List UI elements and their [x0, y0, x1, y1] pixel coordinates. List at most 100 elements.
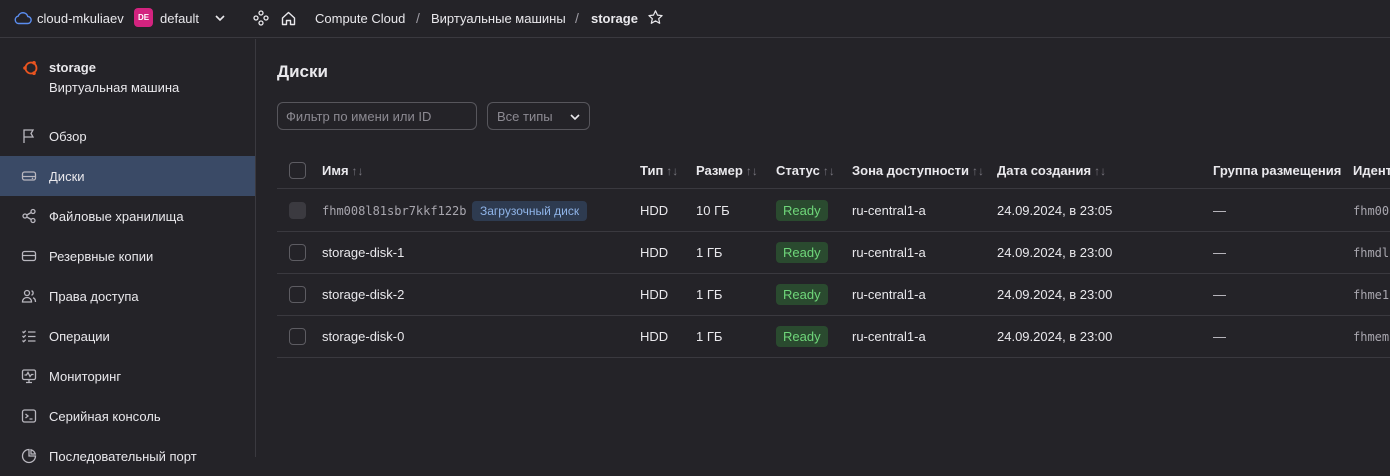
sort-icon: ↑↓: [1094, 164, 1107, 178]
disk-name[interactable]: storage-disk-0: [322, 329, 404, 344]
sort-icon: ↑↓: [351, 164, 364, 178]
sidebar: storage Виртуальная машина Обзор Диски Ф…: [0, 39, 256, 464]
sidebar-item-label: Резервные копии: [49, 249, 154, 264]
column-header-status[interactable]: Статус ↑↓: [776, 163, 835, 178]
row-checkbox[interactable]: [289, 244, 306, 261]
disk-size: 10 ГБ: [696, 203, 730, 218]
column-header-name[interactable]: Имя ↑↓: [322, 163, 364, 178]
star-icon[interactable]: [647, 9, 664, 26]
column-header-size[interactable]: Размер ↑↓: [696, 163, 758, 178]
column-header-id: Идент: [1353, 163, 1390, 178]
terminal-icon: [21, 409, 37, 423]
sidebar-item-label: Права доступа: [49, 289, 139, 304]
table-header: Имя ↑↓ Тип ↑↓ Размер ↑↓ Статус ↑↓ Зона досту…: [277, 151, 1390, 189]
column-header-zone[interactable]: Зона доступности ↑↓: [852, 163, 984, 178]
sidebar-item-serial-port[interactable]: Последовательный порт: [0, 436, 255, 476]
sidebar-item-disks[interactable]: Диски: [0, 156, 255, 196]
disk-created: 24.09.2024, в 23:05: [997, 203, 1113, 218]
share-icon: [22, 208, 36, 224]
disk-zone: ru-central1-a: [852, 245, 926, 260]
sidebar-item-access[interactable]: Права доступа: [0, 276, 255, 316]
disk-size: 1 ГБ: [696, 245, 723, 260]
column-header-created[interactable]: Дата создания ↑↓: [997, 163, 1106, 178]
disk-created: 24.09.2024, в 23:00: [997, 245, 1113, 260]
filter-input[interactable]: [277, 102, 477, 130]
disk-placement: —: [1213, 203, 1226, 218]
cloud-name[interactable]: cloud-mkuliaev: [37, 11, 124, 26]
disk-type: HDD: [640, 329, 669, 344]
home-icon[interactable]: [280, 10, 297, 27]
breadcrumb-compute-cloud[interactable]: Compute Cloud: [315, 11, 405, 26]
main-content: Диски Все типы Имя↑↓ Тип↑↓ Размер↑↓ Стат…: [257, 39, 1390, 457]
disk-type: HDD: [640, 287, 669, 302]
sidebar-item-label: Серийная консоль: [49, 409, 161, 424]
disk-name[interactable]: storage-disk-1: [322, 245, 404, 260]
chart-icon: [21, 448, 37, 464]
disk-zone: ru-central1-a: [852, 287, 926, 302]
ubuntu-icon: [23, 61, 38, 75]
sidebar-item-serial-console[interactable]: Серийная консоль: [0, 396, 255, 436]
chevron-down-icon[interactable]: [213, 11, 227, 25]
sidebar-item-label: Диски: [49, 169, 85, 184]
disk-placement: —: [1213, 329, 1226, 344]
vm-name: storage: [49, 60, 96, 75]
disk-type: HDD: [640, 245, 669, 260]
vm-type: Виртуальная машина: [49, 80, 180, 95]
type-select-value: Все типы: [497, 109, 553, 124]
page-title: Диски: [277, 62, 328, 81]
breadcrumb-vms[interactable]: Виртуальные машины: [431, 11, 566, 26]
table-row[interactable]: storage-disk-1 HDD 1 ГБ Ready ru-central…: [277, 232, 1390, 274]
users-icon: [21, 289, 37, 303]
sidebar-item-label: Мониторинг: [49, 369, 122, 384]
list-icon: [22, 330, 36, 343]
table-row[interactable]: storage-disk-2 HDD 1 ГБ Ready ru-central…: [277, 274, 1390, 316]
sort-icon: ↑↓: [822, 164, 835, 178]
type-select[interactable]: Все типы: [487, 102, 590, 130]
chevron-down-icon: [570, 114, 580, 121]
disk-size: 1 ГБ: [696, 329, 723, 344]
breadcrumb-current: storage: [591, 11, 638, 26]
sidebar-item-operations[interactable]: Операции: [0, 316, 255, 356]
disk-zone: ru-central1-a: [852, 329, 926, 344]
cloud-icon[interactable]: [14, 11, 32, 25]
table-row[interactable]: fhm008l81sbr7kkf122b Загрузочный диск HD…: [277, 190, 1390, 232]
disk-id: fhmdl: [1353, 246, 1390, 260]
status-badge: Ready: [776, 284, 828, 305]
disk-id: fhmem: [1353, 330, 1390, 344]
sidebar-item-backups[interactable]: Резервные копии: [0, 236, 255, 276]
breadcrumb-separator: /: [416, 10, 420, 26]
flag-icon: [23, 129, 35, 143]
sidebar-item-monitoring[interactable]: Мониторинг: [0, 356, 255, 396]
disk-created: 24.09.2024, в 23:00: [997, 329, 1113, 344]
disk-size: 1 ГБ: [696, 287, 723, 302]
sidebar-item-label: Файловые хранилища: [49, 209, 184, 224]
monitor-icon: [21, 369, 37, 384]
status-badge: Ready: [776, 326, 828, 347]
backup-icon: [21, 250, 37, 262]
row-checkbox[interactable]: [289, 328, 306, 345]
boot-disk-badge: Загрузочный диск: [472, 201, 588, 221]
sidebar-item-label: Операции: [49, 329, 110, 344]
services-icon[interactable]: [253, 10, 269, 26]
status-badge: Ready: [776, 242, 828, 263]
disk-name[interactable]: storage-disk-2: [322, 287, 404, 302]
folder-name[interactable]: default: [160, 11, 199, 26]
sort-icon: ↑↓: [972, 164, 985, 178]
disk-icon: [21, 171, 37, 181]
top-bar: cloud-mkuliaev DE default Compute Cloud …: [0, 0, 1390, 38]
breadcrumb-separator: /: [575, 10, 579, 26]
sidebar-item-overview[interactable]: Обзор: [0, 116, 255, 156]
sort-icon: ↑↓: [666, 164, 679, 178]
sort-icon: ↑↓: [745, 164, 758, 178]
disk-zone: ru-central1-a: [852, 203, 926, 218]
select-all-checkbox[interactable]: [289, 162, 306, 179]
disk-name[interactable]: fhm008l81sbr7kkf122b: [322, 204, 467, 218]
row-checkbox[interactable]: [289, 286, 306, 303]
status-badge: Ready: [776, 200, 828, 221]
disk-id: fhme1: [1353, 288, 1390, 302]
sidebar-item-file-storage[interactable]: Файловые хранилища: [0, 196, 255, 236]
disk-placement: —: [1213, 245, 1226, 260]
disk-type: HDD: [640, 203, 669, 218]
table-row[interactable]: storage-disk-0 HDD 1 ГБ Ready ru-central…: [277, 316, 1390, 358]
column-header-type[interactable]: Тип ↑↓: [640, 163, 678, 178]
